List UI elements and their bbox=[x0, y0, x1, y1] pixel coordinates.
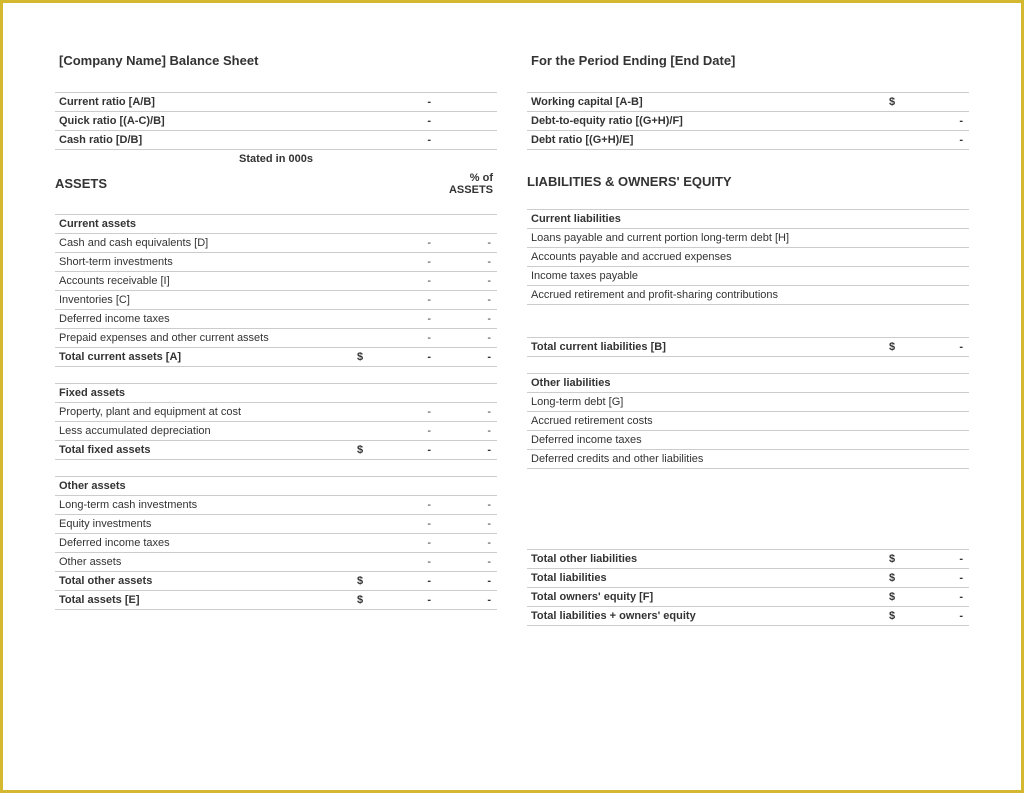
line-item: Accounts payable and accrued expenses bbox=[527, 248, 885, 267]
ratio-value: - bbox=[377, 93, 437, 112]
current-assets-header: Current assets bbox=[55, 215, 497, 234]
line-item: Accounts receivable [I] bbox=[55, 272, 353, 291]
ratio-label: Quick ratio [(A-C)/B] bbox=[55, 112, 353, 131]
line-item: Deferred income taxes bbox=[55, 534, 353, 553]
stated-in-label: Stated in 000s bbox=[55, 150, 497, 169]
assets-column: [Company Name] Balance Sheet Current rat… bbox=[55, 51, 497, 626]
line-item: Deferred income taxes bbox=[55, 310, 353, 329]
period-title: For the Period Ending [End Date] bbox=[527, 51, 969, 76]
liabilities-table: For the Period Ending [End Date] Working… bbox=[527, 51, 969, 626]
ratio-label: Debt ratio [(G+H)/E] bbox=[527, 131, 885, 150]
line-item: Loans payable and current portion long-t… bbox=[527, 229, 885, 248]
assets-table: [Company Name] Balance Sheet Current rat… bbox=[55, 51, 497, 610]
line-item: Inventories [C] bbox=[55, 291, 353, 310]
total-other-assets: Total other assets bbox=[55, 572, 353, 591]
current-liabilities-header: Current liabilities bbox=[527, 210, 969, 229]
other-assets-header: Other assets bbox=[55, 477, 497, 496]
total-liabilities-equity: Total liabilities + owners' equity bbox=[527, 607, 885, 626]
line-item: Property, plant and equipment at cost bbox=[55, 403, 353, 422]
line-item: Cash and cash equivalents [D] bbox=[55, 234, 353, 253]
total-fixed-assets: Total fixed assets bbox=[55, 441, 353, 460]
line-item: Equity investments bbox=[55, 515, 353, 534]
line-item: Deferred income taxes bbox=[527, 431, 885, 450]
company-title: [Company Name] Balance Sheet bbox=[55, 51, 497, 76]
ratio-value: - bbox=[377, 112, 437, 131]
other-liabilities-header: Other liabilities bbox=[527, 374, 969, 393]
fixed-assets-header: Fixed assets bbox=[55, 384, 497, 403]
total-current-assets: Total current assets [A] bbox=[55, 348, 353, 367]
ratio-label: Working capital [A-B] bbox=[527, 93, 885, 112]
total-current-liabilities: Total current liabilities [B] bbox=[527, 338, 885, 357]
line-item: Deferred credits and other liabilities bbox=[527, 450, 885, 469]
ratio-label: Current ratio [A/B] bbox=[55, 93, 353, 112]
liabilities-header: LIABILITIES & OWNERS' EQUITY bbox=[527, 170, 969, 193]
line-item: Less accumulated depreciation bbox=[55, 422, 353, 441]
document-border: [Company Name] Balance Sheet Current rat… bbox=[0, 0, 1024, 793]
liabilities-column: For the Period Ending [End Date] Working… bbox=[527, 51, 969, 626]
line-item: Long-term debt [G] bbox=[527, 393, 885, 412]
total-liabilities: Total liabilities bbox=[527, 569, 885, 588]
line-item: Accrued retirement and profit-sharing co… bbox=[527, 286, 885, 305]
total-other-liabilities: Total other liabilities bbox=[527, 550, 885, 569]
ratio-value: - bbox=[377, 131, 437, 150]
line-item: Income taxes payable bbox=[527, 267, 885, 286]
line-item: Long-term cash investments bbox=[55, 496, 353, 515]
line-item: Prepaid expenses and other current asset… bbox=[55, 329, 353, 348]
total-assets: Total assets [E] bbox=[55, 591, 353, 610]
percent-assets-header: % of ASSETS bbox=[437, 168, 497, 198]
assets-header: ASSETS bbox=[55, 168, 353, 198]
document-content: [Company Name] Balance Sheet Current rat… bbox=[3, 3, 1021, 646]
total-owners-equity: Total owners' equity [F] bbox=[527, 588, 885, 607]
ratio-label: Cash ratio [D/B] bbox=[55, 131, 353, 150]
line-item: Other assets bbox=[55, 553, 353, 572]
line-item: Accrued retirement costs bbox=[527, 412, 885, 431]
ratio-label: Debt-to-equity ratio [(G+H)/F] bbox=[527, 112, 885, 131]
line-item: Short-term investments bbox=[55, 253, 353, 272]
